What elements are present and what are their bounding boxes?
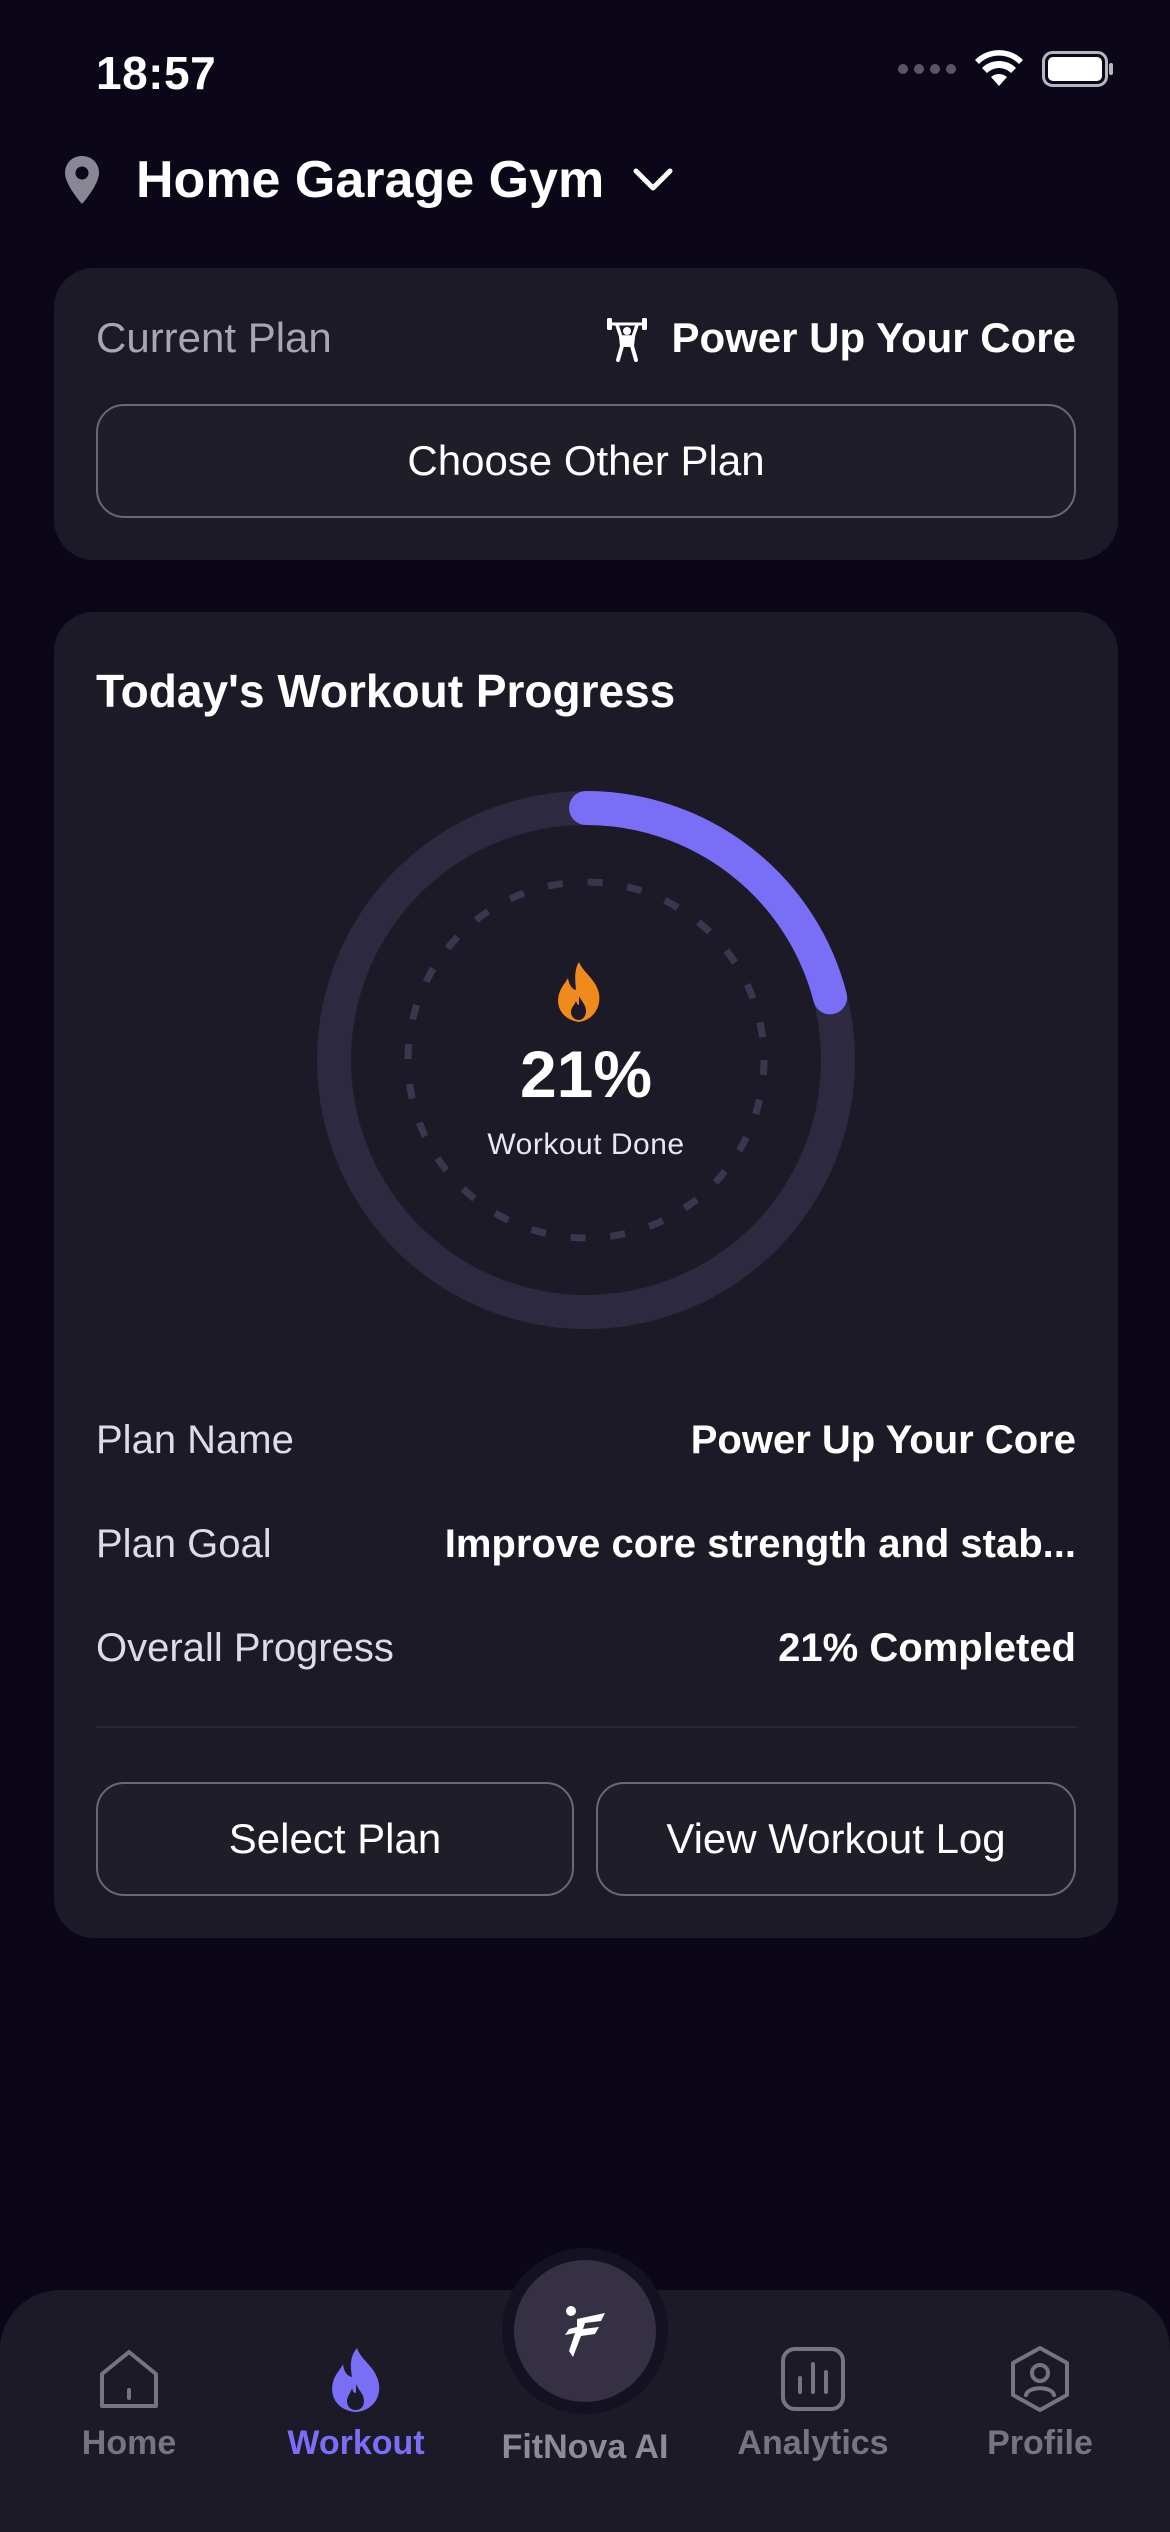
- fab-label: FitNova AI: [501, 2428, 669, 2466]
- progress-ring: 21% Workout Done: [314, 788, 858, 1332]
- profile-icon: [1011, 2346, 1069, 2412]
- info-label: Plan Goal: [96, 1521, 272, 1566]
- tab-fitnova-ai[interactable]: [514, 2260, 656, 2402]
- choose-other-plan-button[interactable]: Choose Other Plan: [96, 404, 1076, 518]
- plan-name-row: Plan Name Power Up Your Core: [96, 1410, 1076, 1470]
- tab-analytics[interactable]: Analytics: [713, 2290, 913, 2532]
- tab-workout[interactable]: Workout: [256, 2290, 456, 2532]
- cellular-signal-icon: [898, 64, 956, 74]
- wifi-icon: [975, 50, 1023, 86]
- info-value: Power Up Your Core: [690, 1417, 1076, 1462]
- home-icon: [100, 2350, 158, 2408]
- view-workout-log-button[interactable]: View Workout Log: [596, 1782, 1076, 1896]
- battery-icon: [1042, 51, 1113, 87]
- info-value: Improve core strength and stab...: [444, 1521, 1076, 1566]
- status-icons: [898, 50, 1114, 88]
- analytics-icon: [781, 2347, 845, 2411]
- gym-name: Home Garage Gym: [136, 151, 605, 209]
- overall-progress-row: Overall Progress 21% Completed: [96, 1618, 1076, 1678]
- current-plan-card: Current Plan Power Up Your Core Choose O…: [54, 268, 1118, 560]
- flame-icon: [558, 962, 600, 1022]
- progress-percent: 21%: [519, 1037, 653, 1111]
- status-bar: 18:57: [0, 0, 1170, 150]
- weightlifter-icon: [607, 318, 648, 362]
- workout-progress-card: Today's Workout Progress 21% Workout Don…: [54, 612, 1118, 1938]
- divider: [96, 1726, 1076, 1728]
- tab-profile[interactable]: Profile: [940, 2290, 1140, 2532]
- info-label: Plan Name: [96, 1417, 294, 1462]
- fitnova-logo-icon: [565, 2306, 605, 2357]
- tab-label: Workout: [287, 2424, 425, 2462]
- info-label: Overall Progress: [96, 1625, 394, 1670]
- flame-icon: [332, 2348, 380, 2412]
- status-time: 18:57: [96, 47, 217, 99]
- current-plan-row: Current Plan Power Up Your Core: [96, 310, 1076, 366]
- chevron-down-icon: [633, 168, 673, 191]
- plan-goal-row: Plan Goal Improve core strength and stab…: [96, 1514, 1076, 1574]
- current-plan-value: Power Up Your Core: [605, 314, 1076, 362]
- location-pin-icon: [65, 156, 99, 204]
- tab-label: Analytics: [737, 2424, 889, 2462]
- current-plan-name: Power Up Your Core: [671, 314, 1076, 361]
- select-plan-button[interactable]: Select Plan: [96, 1782, 574, 1896]
- tab-label: Home: [81, 2424, 177, 2462]
- tab-label: Profile: [987, 2424, 1093, 2462]
- section-title: Today's Workout Progress: [96, 665, 676, 717]
- tab-home[interactable]: Home: [29, 2290, 229, 2532]
- gym-selector[interactable]: Home Garage Gym: [62, 148, 674, 212]
- current-plan-label: Current Plan: [96, 314, 332, 361]
- info-value: 21% Completed: [778, 1625, 1076, 1670]
- progress-subtitle: Workout Done: [487, 1128, 685, 1161]
